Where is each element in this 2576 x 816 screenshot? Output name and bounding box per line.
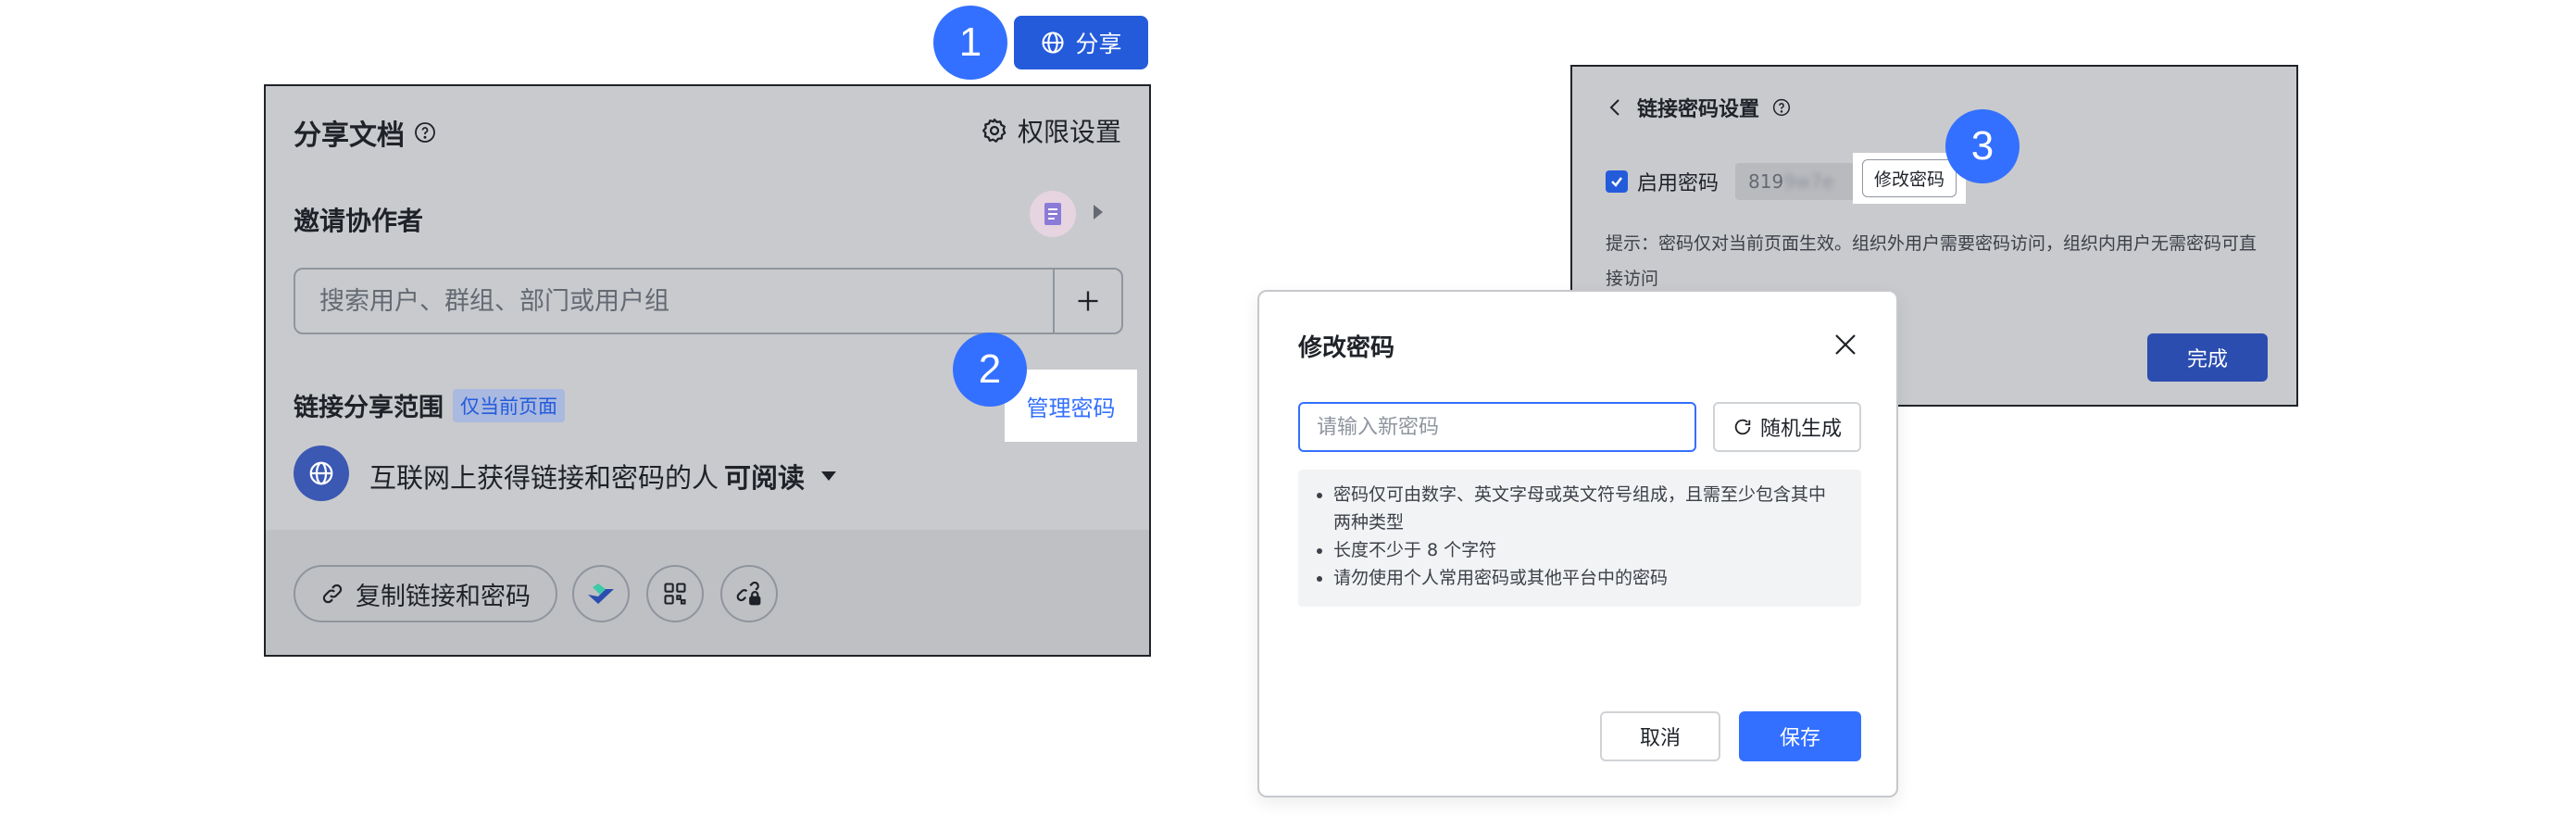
modify-password-dialog: 修改密码 随机生成 密码仅可由数字、英文字母或英文符号组成，且需至少包含其中两种… bbox=[1257, 290, 1898, 797]
back-arrow-icon[interactable] bbox=[1607, 97, 1624, 118]
enable-password-checkbox[interactable] bbox=[1606, 170, 1628, 193]
password-settings-title: 链接密码设置 bbox=[1637, 98, 1760, 121]
link-permission-dropdown[interactable]: 互联网上获得链接和密码的人 可阅读 bbox=[369, 457, 837, 496]
help-icon[interactable] bbox=[414, 121, 436, 144]
password-prefix: 819 bbox=[1748, 170, 1784, 193]
password-rules: 密码仅可由数字、英文字母或英文符号组成，且需至少包含其中两种类型 长度不少于 8… bbox=[1298, 470, 1861, 607]
link-icon bbox=[322, 584, 343, 604]
current-password-field: 819 9w7e bbox=[1735, 163, 1857, 200]
new-password-field bbox=[1298, 402, 1696, 452]
collaborator-search-box bbox=[294, 268, 1123, 334]
done-button[interactable]: 完成 bbox=[2147, 333, 2268, 382]
enable-password-label: 启用密码 bbox=[1637, 172, 1719, 195]
invite-collaborators-title: 邀请协作者 bbox=[294, 206, 424, 236]
collaborators-expand-arrow[interactable] bbox=[1094, 205, 1103, 220]
caret-down-icon bbox=[821, 471, 837, 481]
step-badge-3: 3 bbox=[1945, 109, 2020, 183]
password-settings-header: 链接密码设置 bbox=[1607, 93, 1791, 122]
new-password-input[interactable] bbox=[1300, 404, 1694, 450]
close-icon[interactable] bbox=[1832, 331, 1859, 358]
save-button[interactable]: 保存 bbox=[1739, 711, 1861, 761]
step-badge-2: 2 bbox=[953, 333, 1027, 407]
modify-password-label: 修改密码 bbox=[1861, 159, 1957, 197]
permission-settings-button[interactable]: 权限设置 bbox=[981, 112, 1121, 149]
password-rule: 长度不少于 8 个字符 bbox=[1333, 536, 1843, 564]
password-masked: 9w7e bbox=[1783, 170, 1834, 193]
share-panel-header: 分享文档 bbox=[294, 112, 436, 153]
password-tip: 提示：密码仅对当前页面生效。组织外用户需要密码访问，组织内用户无需密码可直接访问 bbox=[1606, 233, 2257, 289]
collaborator-avatar[interactable] bbox=[1030, 191, 1076, 237]
link-scope-row: 链接分享范围 仅当前页面 bbox=[294, 387, 565, 423]
password-rule: 密码仅可由数字、英文字母或英文符号组成，且需至少包含其中两种类型 bbox=[1333, 481, 1843, 536]
link-permission-text: 互联网上获得链接和密码的人 bbox=[369, 462, 719, 494]
link-scope-title: 链接分享范围 bbox=[294, 394, 444, 422]
cancel-button[interactable]: 取消 bbox=[1600, 711, 1720, 761]
lark-share-icon bbox=[588, 584, 614, 604]
link-lock-icon bbox=[736, 581, 761, 606]
refresh-icon bbox=[1734, 419, 1751, 435]
copy-link-button[interactable]: 复制链接和密码 bbox=[294, 565, 557, 622]
copy-link-label: 复制链接和密码 bbox=[356, 582, 531, 611]
lark-share-button[interactable] bbox=[572, 565, 630, 622]
gear-icon bbox=[982, 119, 1007, 143]
globe-icon bbox=[1042, 31, 1065, 54]
qrcode-icon bbox=[664, 583, 686, 605]
add-collaborator-button[interactable] bbox=[1053, 270, 1121, 333]
plus-icon bbox=[1078, 291, 1098, 311]
check-icon bbox=[1611, 177, 1622, 187]
step-badge-1: 1 bbox=[933, 6, 1007, 80]
share-panel-title: 分享文档 bbox=[294, 119, 405, 152]
scope-tag: 仅当前页面 bbox=[453, 388, 565, 422]
random-generate-label: 随机生成 bbox=[1759, 418, 1842, 441]
link-permission-icon-wrap bbox=[294, 446, 349, 501]
random-generate-button[interactable]: 随机生成 bbox=[1713, 402, 1861, 452]
qrcode-button[interactable] bbox=[646, 565, 704, 622]
password-rule: 请勿使用个人常用密码或其他平台中的密码 bbox=[1333, 564, 1843, 592]
share-button[interactable]: 分享 bbox=[1014, 16, 1148, 69]
link-lock-button[interactable] bbox=[720, 565, 778, 622]
enable-password-row: 启用密码 819 9w7e bbox=[1606, 163, 1857, 200]
help-icon[interactable] bbox=[1772, 98, 1791, 117]
document-icon bbox=[1044, 203, 1061, 225]
permission-settings-label: 权限设置 bbox=[1017, 117, 1121, 147]
link-permission-level: 可阅读 bbox=[724, 462, 806, 494]
dialog-title: 修改密码 bbox=[1298, 334, 1395, 362]
globe-icon bbox=[309, 461, 333, 485]
share-button-label: 分享 bbox=[1075, 31, 1122, 57]
collaborator-search-input[interactable] bbox=[295, 269, 1053, 333]
